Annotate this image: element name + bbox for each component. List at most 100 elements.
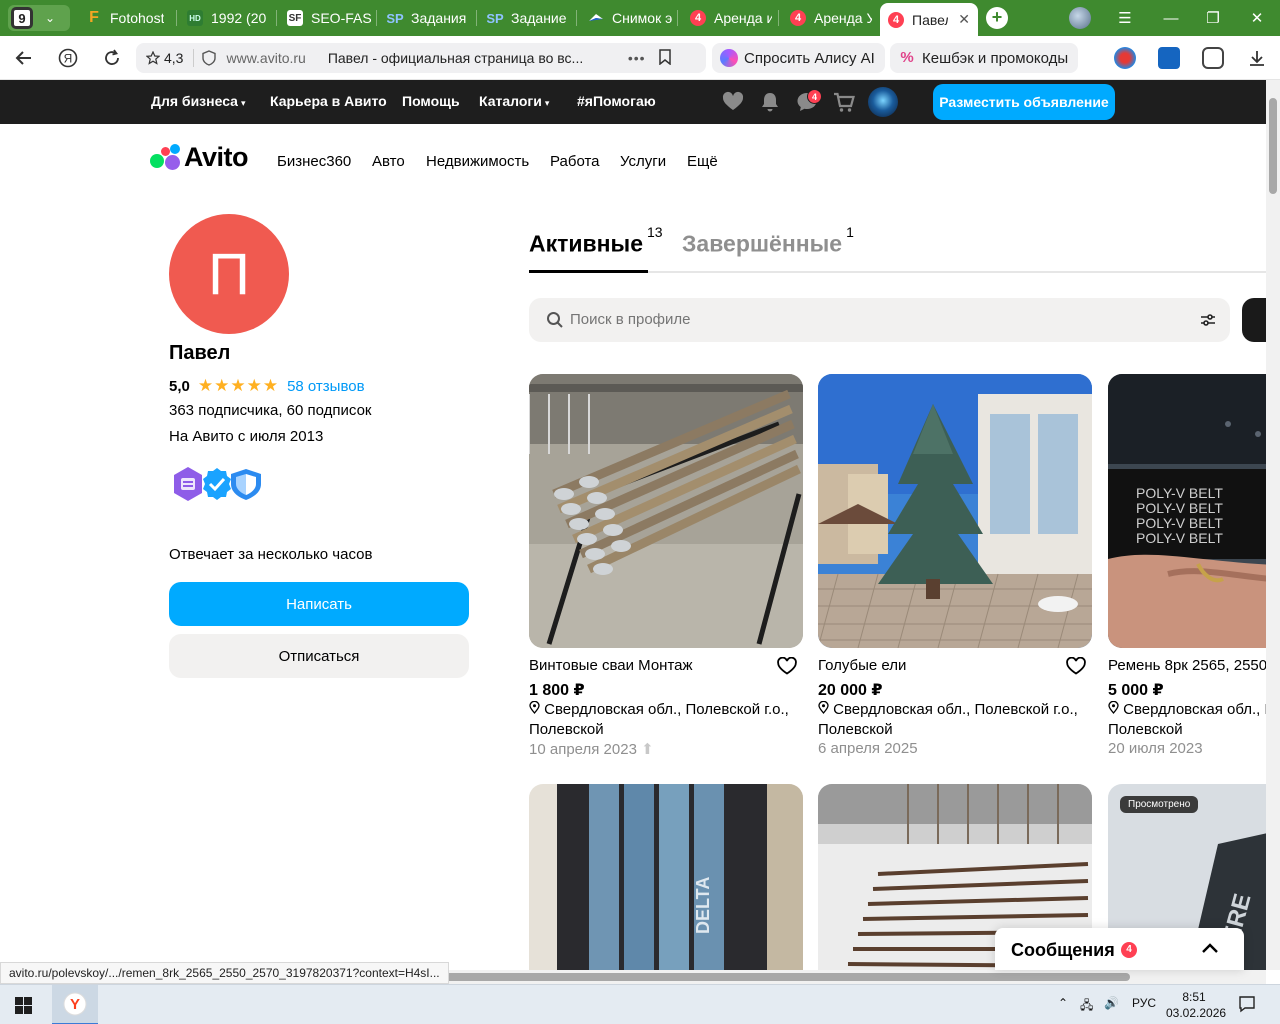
- listing-photo[interactable]: [818, 374, 1092, 648]
- download-icon[interactable]: [1245, 46, 1269, 70]
- write-message-button[interactable]: Написать: [169, 582, 469, 626]
- favorite-heart-icon[interactable]: [1066, 657, 1086, 675]
- close-window-icon[interactable]: ✕: [1234, 0, 1280, 36]
- member-since: На Авито с июля 2013: [169, 428, 324, 445]
- category-more[interactable]: Ещё: [687, 153, 718, 170]
- tab-finished-listings[interactable]: Завершённые 1: [682, 224, 854, 258]
- avatar-letter: П: [208, 241, 250, 307]
- topbar-link-catalogs[interactable]: Каталоги ▾: [479, 93, 549, 109]
- reload-icon[interactable]: [100, 46, 124, 70]
- extension-icon[interactable]: [1114, 47, 1136, 69]
- restore-icon[interactable]: ❐: [1190, 0, 1236, 36]
- vertical-scrollbar[interactable]: [1266, 80, 1280, 970]
- followers-count[interactable]: 363 подписчика, 60 подписок: [169, 402, 372, 419]
- ask-alice-button[interactable]: Спросить Алису AI: [712, 43, 885, 73]
- filter-icon[interactable]: [1200, 312, 1216, 328]
- heart-icon[interactable]: [722, 91, 744, 113]
- bell-icon[interactable]: [759, 91, 781, 113]
- browser-tabstrip: 9 ⌄ F Fotohost HD 1992 (20 SF SEO-FAS SP…: [0, 0, 1280, 36]
- browser-tab[interactable]: Снимок э: [588, 4, 672, 32]
- bookmark-icon[interactable]: [658, 48, 672, 68]
- yandex-browser-taskbar-button[interactable]: Y: [52, 985, 98, 1024]
- tab-active-listings[interactable]: Активные 13: [529, 224, 663, 258]
- listing-title[interactable]: Винтовые сваи Монтаж: [529, 657, 693, 674]
- browser-tab[interactable]: F Fotohost: [86, 4, 170, 32]
- tab-label: Павел: [912, 11, 948, 28]
- tab-separator: [176, 10, 177, 26]
- tab-counter-button[interactable]: 9 ⌄: [8, 5, 70, 31]
- listing-title[interactable]: Ремень 8рк 2565, 2550: [1108, 657, 1266, 674]
- tab-separator: [677, 10, 678, 26]
- shield-badge-icon: [231, 469, 261, 500]
- page-title: Павел - официальная страница во вс...: [327, 50, 584, 66]
- listing-photo[interactable]: DELTA: [529, 784, 803, 970]
- site-rating[interactable]: 4,3: [146, 50, 183, 66]
- listing-price: 5 000 ₽: [1108, 682, 1164, 699]
- category-auto[interactable]: Авто: [372, 153, 405, 170]
- topbar-link-career[interactable]: Карьера в Авито: [270, 93, 387, 109]
- browser-tab[interactable]: SF SEO-FAS: [287, 4, 371, 32]
- topbar-link-business[interactable]: Для бизнеса ▾: [151, 93, 245, 109]
- tray-chevron-up-icon[interactable]: ⌃: [1058, 996, 1068, 1010]
- category-jobs[interactable]: Работа: [550, 153, 600, 170]
- browser-tab[interactable]: SP Задание: [487, 4, 571, 32]
- profile-badges[interactable]: [171, 466, 266, 502]
- menu-icon[interactable]: ☰: [1102, 0, 1148, 36]
- new-tab-button[interactable]: +: [986, 7, 1008, 29]
- browser-tab-active[interactable]: 4 Павел ✕: [880, 3, 978, 36]
- close-tab-icon[interactable]: ✕: [958, 11, 970, 28]
- browser-tab[interactable]: HD 1992 (20: [187, 4, 271, 32]
- cart-icon[interactable]: [833, 91, 855, 113]
- windows-start-icon[interactable]: [15, 997, 32, 1014]
- alice-icon: [720, 49, 738, 67]
- location-text: Свердловская обл., Полевской г.о., Полев…: [1108, 701, 1266, 738]
- vertical-scroll-thumb[interactable]: [1269, 98, 1277, 194]
- profile-search-input[interactable]: Поиск в профиле: [529, 298, 1230, 342]
- listing-date: 10 апреля 2023 ⬆: [529, 740, 654, 758]
- listing-photo[interactable]: POLY-V BELT POLY-V BELT POLY-V BELT POLY…: [1108, 374, 1266, 648]
- chevron-up-icon[interactable]: [1200, 938, 1220, 958]
- listing-card[interactable]: POLY-V BELT POLY-V BELT POLY-V BELT POLY…: [1108, 374, 1266, 774]
- browser-tab[interactable]: 4 Аренда У: [790, 4, 872, 32]
- reviews-link[interactable]: 58 отзывов: [287, 378, 365, 395]
- listing-card[interactable]: Винтовые сваи Монтаж 1 800 ₽ Свердловска…: [529, 374, 803, 758]
- svg-text:POLY-V BELT: POLY-V BELT: [1136, 530, 1223, 546]
- unsubscribe-button[interactable]: Отписаться: [169, 634, 469, 678]
- listing-card[interactable]: DELTA: [529, 784, 803, 970]
- user-avatar[interactable]: [868, 87, 898, 117]
- messages-widget[interactable]: Сообщения 4: [995, 928, 1244, 970]
- notifications-icon[interactable]: [1238, 995, 1256, 1013]
- taskbar-clock[interactable]: 8:51 03.02.2026: [1166, 989, 1226, 1021]
- category-business360[interactable]: Бизнес360: [277, 153, 351, 170]
- search-icon: [547, 312, 563, 328]
- listing-card[interactable]: Голубые ели 20 000 ₽ Свердловская обл., …: [818, 374, 1092, 757]
- alice-label: Спросить Алису AI: [744, 49, 875, 67]
- back-arrow-icon[interactable]: [12, 46, 36, 70]
- yandex-icon[interactable]: Я: [56, 46, 80, 70]
- extension-icon[interactable]: [1158, 47, 1180, 69]
- sidebar-icon[interactable]: [1202, 47, 1224, 69]
- listing-photo[interactable]: [529, 374, 803, 648]
- listing-title[interactable]: Голубые ели: [818, 657, 906, 674]
- favorite-heart-icon[interactable]: [777, 657, 797, 675]
- svg-text:DELTA: DELTA: [693, 877, 713, 934]
- tab-label: Аренда и: [714, 10, 772, 26]
- post-ad-button[interactable]: Разместить объявление: [933, 84, 1115, 120]
- browser-tab[interactable]: 4 Аренда и: [690, 4, 772, 32]
- topbar-link-ipomogayu[interactable]: #яПомогаю: [577, 93, 656, 109]
- network-icon[interactable]: 🖧: [1080, 996, 1093, 1017]
- browser-profile-avatar[interactable]: [1069, 7, 1091, 29]
- volume-icon[interactable]: 🔊: [1104, 996, 1119, 1010]
- cashback-button[interactable]: % Кешбэк и промокоды: [890, 43, 1079, 73]
- horizontal-scroll-thumb[interactable]: [426, 973, 1130, 981]
- browser-tab[interactable]: SP Задания: [387, 4, 471, 32]
- minimize-icon[interactable]: —: [1148, 0, 1194, 36]
- location-pin-icon: [1108, 700, 1123, 718]
- url-field[interactable]: 4,3 www.avito.ru Павел - официальная стр…: [136, 43, 706, 73]
- category-realty[interactable]: Недвижимость: [426, 153, 529, 170]
- more-icon[interactable]: •••: [628, 50, 646, 66]
- language-indicator[interactable]: РУС: [1132, 996, 1156, 1010]
- avito-logo[interactable]: Avito: [150, 142, 249, 173]
- category-services[interactable]: Услуги: [620, 153, 666, 170]
- topbar-link-help[interactable]: Помощь: [402, 93, 460, 109]
